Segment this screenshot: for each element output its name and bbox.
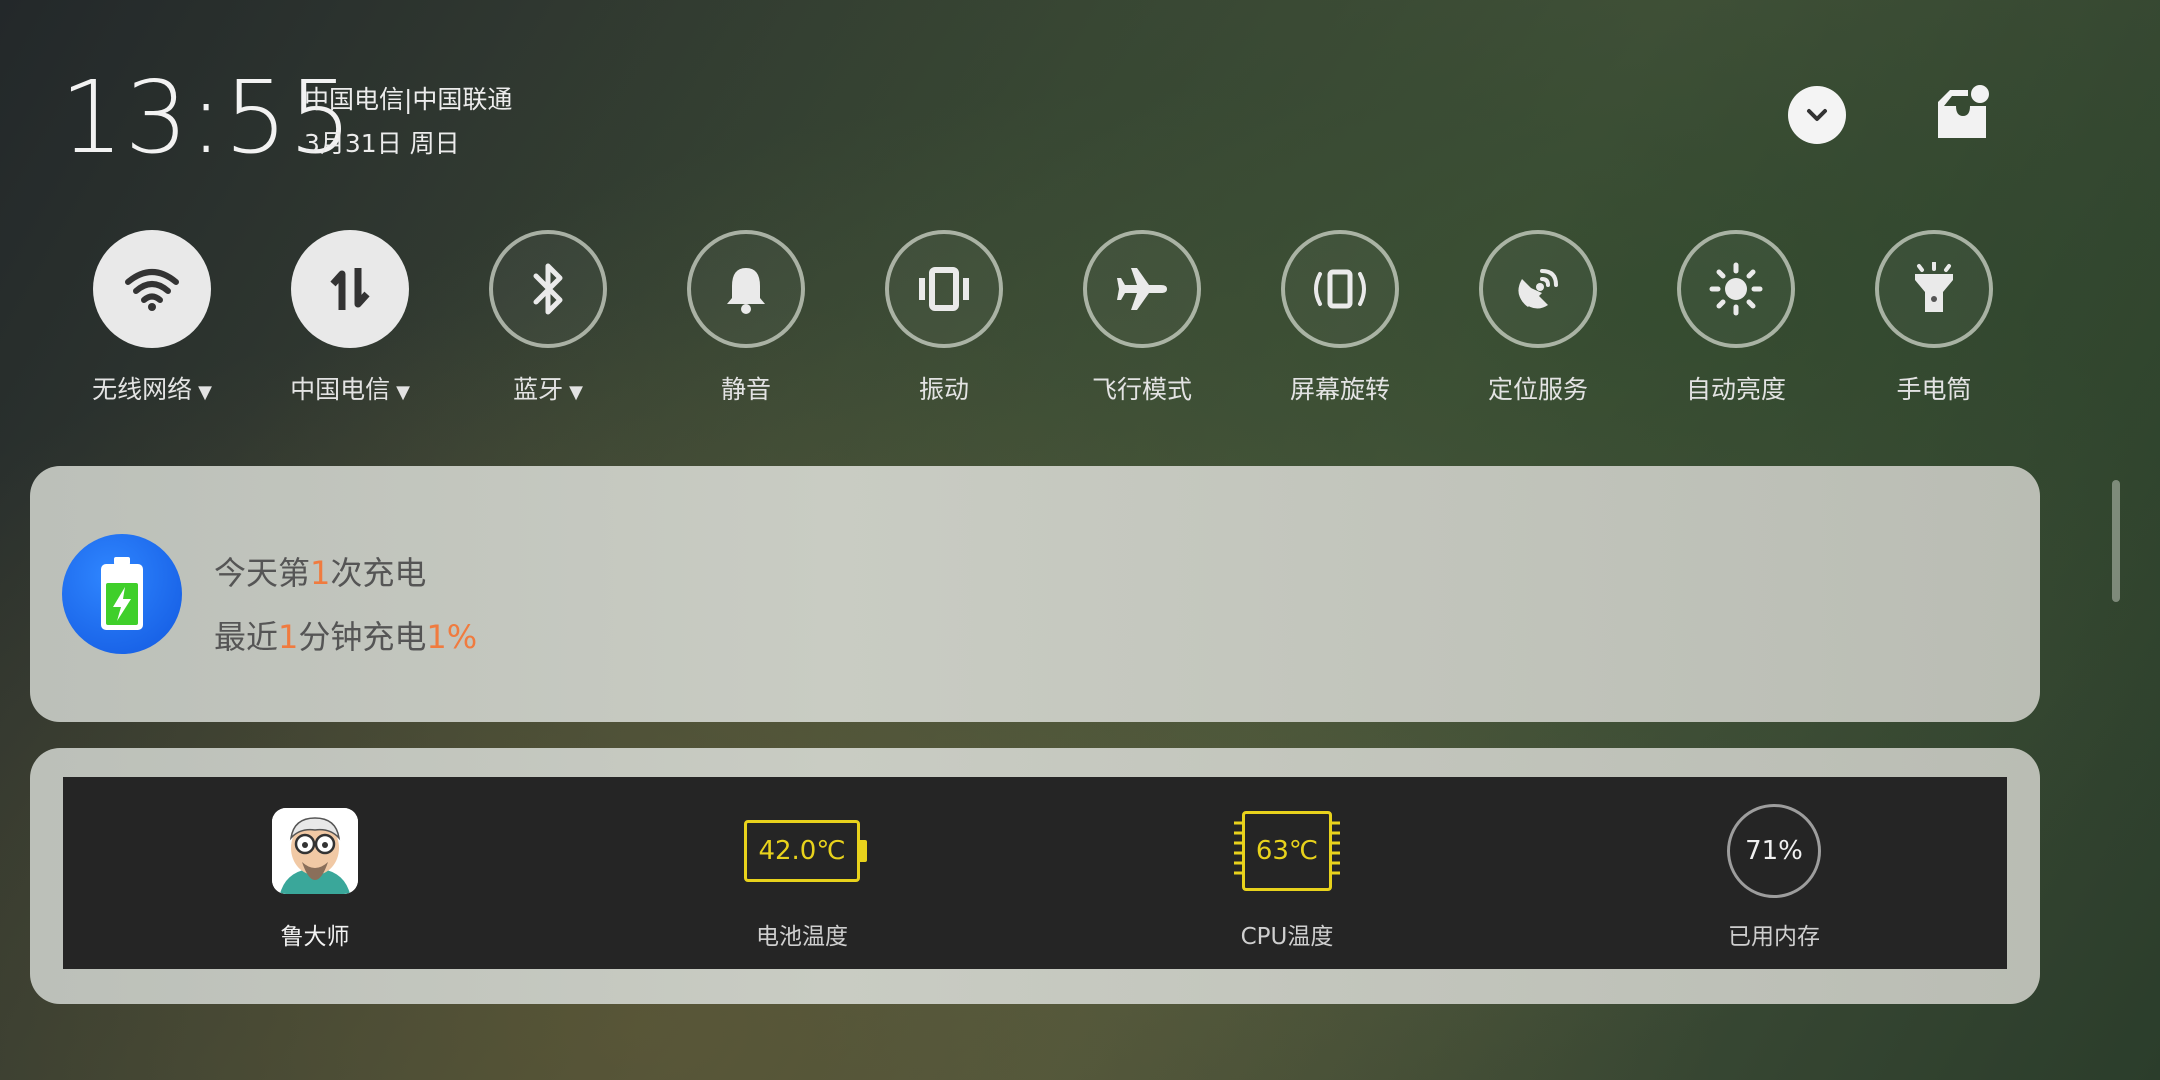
toggle-silent[interactable]: 静音 [646, 230, 846, 406]
vibrate-icon [919, 267, 969, 311]
stat-battery-temp[interactable]: 42.0℃ 电池温度 [682, 777, 922, 969]
charge-rate-line: 最近1分钟充电1% [214, 612, 477, 658]
rotate-icon [1314, 269, 1366, 309]
quick-toggles: 无线网络 ▼ 中国电信 ▼ 蓝牙 ▼ 静音 振动 飞行模式 屏幕旋转 定位服务 … [0, 230, 2160, 410]
battery-temp-label: 电池温度 [756, 924, 848, 950]
cpu-temp-value: 63℃ [1242, 811, 1332, 891]
toggle-flashlight[interactable]: 手电筒 [1834, 230, 2034, 406]
stats-panel: 鲁大师 42.0℃ 电池温度 63℃ CPU温度 71% 已用内存 [63, 777, 2007, 969]
notification-scrollbar[interactable] [2112, 480, 2120, 602]
notification-manage-icon [1938, 85, 1989, 138]
toggle-bluetooth-caret[interactable]: ▼ [569, 382, 583, 403]
toggle-wifi-circle[interactable] [93, 230, 211, 348]
toggle-mobile-data-circle[interactable] [291, 230, 409, 348]
flashlight-icon [1915, 262, 1953, 312]
toggle-mobile-data-label: 中国电信 [290, 375, 391, 404]
toggle-wifi-label: 无线网络 [92, 375, 193, 404]
charge-count-suffix: 次充电 [330, 554, 427, 592]
toggle-auto-brightness-label: 自动亮度 [1685, 375, 1786, 404]
toggle-wifi-caret[interactable]: ▼ [198, 382, 212, 403]
ludashi-avatar-icon [272, 808, 358, 894]
toggle-mobile-data[interactable]: 中国电信 ▼ [250, 230, 450, 406]
charge-rate-minutes: 1 [278, 618, 299, 656]
toggle-bluetooth-label: 蓝牙 [513, 375, 564, 404]
charge-rate-mid: 分钟充电 [298, 618, 427, 656]
toggle-auto-brightness-circle[interactable] [1677, 230, 1795, 348]
toggle-vibrate[interactable]: 振动 [844, 230, 1044, 406]
stat-app-name: 鲁大师 [280, 924, 350, 950]
toggle-silent-circle[interactable] [687, 230, 805, 348]
cpu-temp-label: CPU温度 [1240, 924, 1334, 950]
clock-time: 13:55 [60, 59, 354, 176]
stat-app[interactable]: 鲁大师 [195, 777, 435, 969]
toggle-rotate-circle[interactable] [1281, 230, 1399, 348]
toggle-wifi[interactable]: 无线网络 ▼ [52, 230, 252, 406]
wifi-icon [125, 269, 179, 311]
charge-rate-percent: 1% [426, 618, 478, 656]
date-text: 3月31日 周日 [304, 129, 460, 158]
toggle-flashlight-label: 手电筒 [1896, 375, 1972, 404]
toggle-auto-brightness[interactable]: 自动亮度 [1636, 230, 1836, 406]
location-icon [1518, 269, 1558, 309]
charge-count-value: 1 [310, 554, 331, 592]
battery-temp-value: 42.0℃ [744, 820, 867, 882]
toggle-location-circle[interactable] [1479, 230, 1597, 348]
collapse-panel-button[interactable] [1788, 86, 1846, 144]
toggle-rotate-label: 屏幕旋转 [1289, 375, 1390, 404]
memory-usage-value: 71% [1727, 804, 1821, 898]
bluetooth-icon [533, 263, 563, 315]
stat-memory[interactable]: 71% 已用内存 [1654, 777, 1894, 969]
charging-notification[interactable]: 今天第1次充电 最近1分钟充电1% [30, 466, 2040, 722]
toggle-location[interactable]: 定位服务 [1438, 230, 1638, 406]
carrier-name: 中国电信|中国联通 [304, 85, 513, 114]
toggle-vibrate-label: 振动 [918, 375, 969, 404]
brightness-icon [1709, 262, 1763, 316]
memory-usage-label: 已用内存 [1728, 924, 1820, 950]
charge-count-prefix: 今天第 [214, 554, 311, 592]
toggle-location-label: 定位服务 [1487, 375, 1588, 404]
battery-charging-icon [62, 534, 182, 654]
toggle-rotate[interactable]: 屏幕旋转 [1240, 230, 1440, 406]
stat-cpu-temp[interactable]: 63℃ CPU温度 [1167, 777, 1407, 969]
mobile-data-icon [330, 268, 370, 310]
toggle-mobile-data-caret[interactable]: ▼ [396, 382, 410, 403]
notification-settings-button[interactable] [1928, 80, 1998, 146]
airplane-icon [1117, 268, 1167, 310]
chevron-down-icon [1807, 109, 1827, 121]
charge-count-line: 今天第1次充电 [214, 548, 426, 594]
toggle-silent-label: 静音 [720, 375, 771, 404]
toggle-flashlight-circle[interactable] [1875, 230, 1993, 348]
toggle-vibrate-circle[interactable] [885, 230, 1003, 348]
system-stats-widget: 鲁大师 42.0℃ 电池温度 63℃ CPU温度 71% 已用内存 [30, 748, 2040, 1004]
toggle-bluetooth[interactable]: 蓝牙 ▼ [448, 230, 648, 406]
toggle-airplane[interactable]: 飞行模式 [1042, 230, 1242, 406]
toggle-airplane-circle[interactable] [1083, 230, 1201, 348]
toggle-airplane-label: 飞行模式 [1091, 375, 1192, 404]
bell-icon [727, 268, 765, 314]
toggle-bluetooth-circle[interactable] [489, 230, 607, 348]
charge-rate-prefix: 最近 [214, 618, 279, 656]
